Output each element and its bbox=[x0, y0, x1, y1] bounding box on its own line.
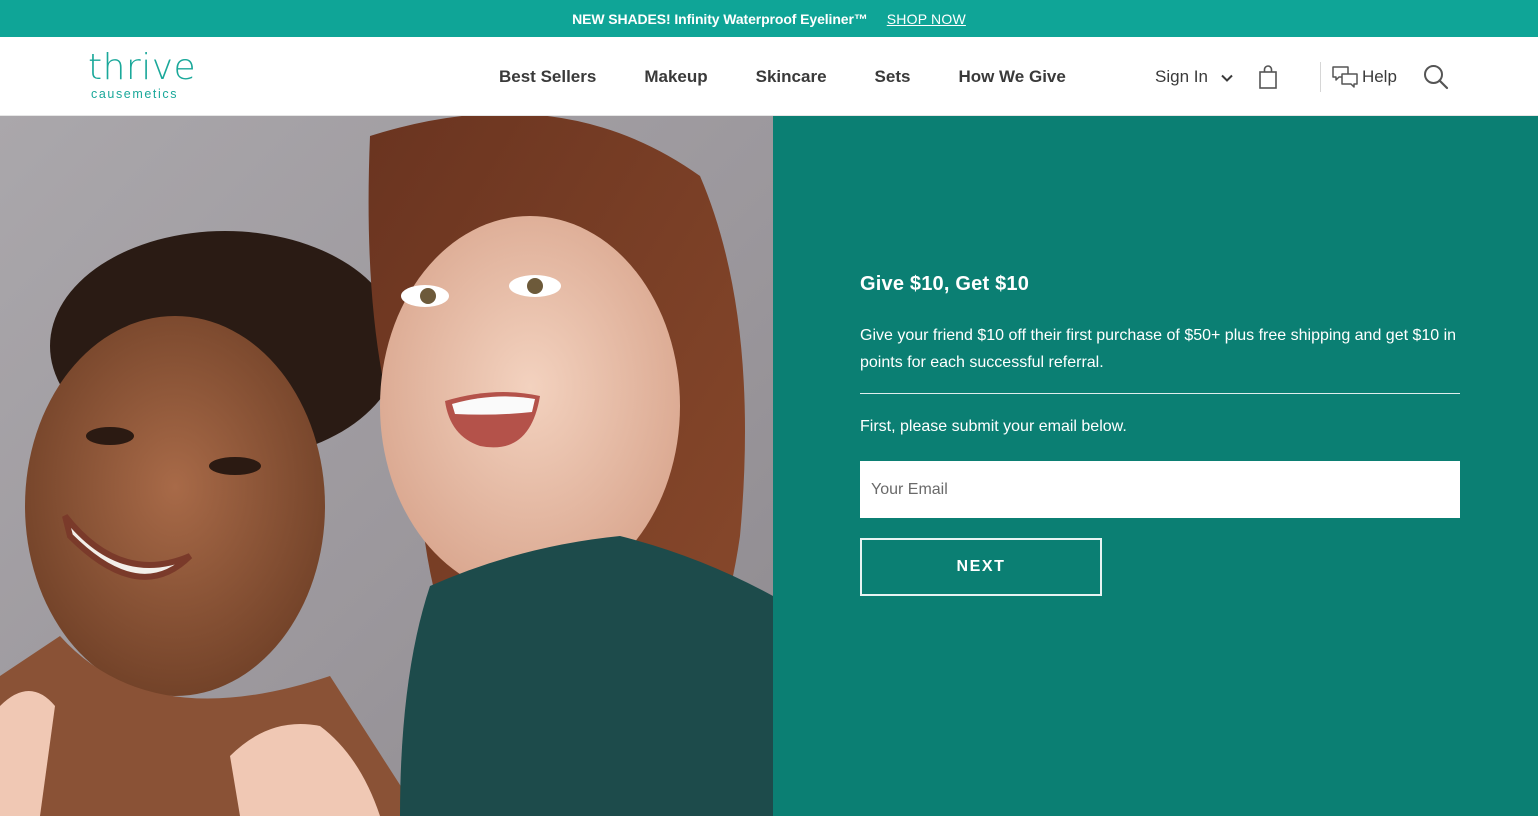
nav-item-skincare[interactable]: Skincare bbox=[756, 67, 827, 87]
email-field[interactable] bbox=[860, 461, 1460, 518]
shopping-bag-icon[interactable] bbox=[1256, 64, 1280, 90]
hero-photo bbox=[0, 116, 773, 816]
promo-bar: NEW SHADES! Infinity Waterproof Eyeliner… bbox=[0, 0, 1538, 37]
header-divider bbox=[1319, 61, 1321, 92]
referral-panel: Give $10, Get $10 Give your friend $10 o… bbox=[773, 116, 1538, 816]
panel-divider bbox=[860, 393, 1460, 394]
next-button[interactable]: NEXT bbox=[860, 538, 1102, 596]
sign-in-label: Sign In bbox=[1155, 66, 1208, 86]
models-illustration bbox=[0, 116, 773, 816]
nav-item-best-sellers[interactable]: Best Sellers bbox=[499, 67, 596, 87]
chat-bubbles-icon bbox=[1332, 65, 1358, 88]
email-prompt: First, please submit your email below. bbox=[860, 418, 1127, 435]
nav-item-sets[interactable]: Sets bbox=[875, 67, 911, 87]
site-header: thrive causemetics Best Sellers Makeup S… bbox=[0, 37, 1538, 116]
shop-now-link[interactable]: SHOP NOW bbox=[887, 11, 966, 27]
help-label: Help bbox=[1361, 66, 1397, 86]
header-actions: Sign In Help bbox=[1155, 37, 1449, 116]
main-nav: Best Sellers Makeup Skincare Sets How We… bbox=[499, 37, 1114, 116]
referral-description: Give your friend $10 off their first pur… bbox=[860, 327, 1457, 371]
brand-logo[interactable]: thrive causemetics bbox=[88, 47, 198, 102]
nav-item-how-we-give[interactable]: How We Give bbox=[958, 67, 1065, 87]
nav-item-makeup[interactable]: Makeup bbox=[644, 67, 707, 87]
logo-wordmark: thrive bbox=[88, 47, 197, 88]
referral-title: Give $10, Get $10 bbox=[860, 273, 1030, 295]
logo-subtitle: causemetics bbox=[91, 87, 179, 101]
promo-text: NEW SHADES! Infinity Waterproof Eyeliner… bbox=[572, 10, 868, 27]
sign-in-button[interactable]: Sign In bbox=[1155, 67, 1234, 87]
search-icon[interactable] bbox=[1423, 64, 1449, 90]
chevron-down-icon bbox=[1220, 70, 1234, 84]
help-button[interactable]: Help bbox=[1331, 65, 1397, 89]
